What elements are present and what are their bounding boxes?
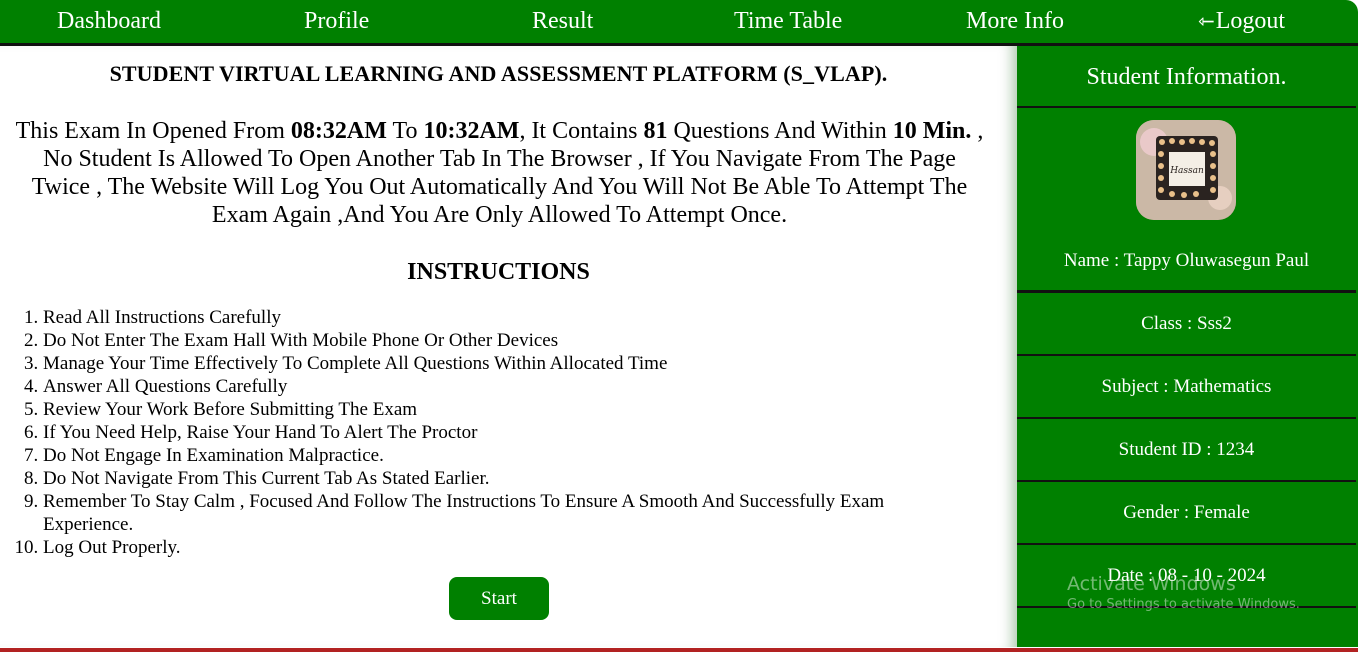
- nav-profile[interactable]: Profile: [304, 6, 369, 36]
- platform-title: STUDENT VIRTUAL LEARNING AND ASSESSMENT …: [109, 61, 888, 86]
- avatar: Hassan: [1136, 120, 1236, 220]
- logout-label: Logout: [1215, 8, 1286, 34]
- notice-text-2: To: [386, 118, 424, 144]
- exam-duration: 10 Min.: [892, 118, 972, 144]
- nav-result[interactable]: Result: [532, 6, 593, 36]
- instruction-item: Review Your Work Before Submitting The E…: [43, 398, 973, 421]
- instructions-title: INSTRUCTIONS: [407, 259, 590, 285]
- open-time: 08:32AM: [290, 118, 387, 144]
- instructions-list: Read All Instructions Carefully Do Not E…: [43, 306, 973, 559]
- exam-date: Date : 08 - 10 - 2024: [1017, 545, 1356, 608]
- exam-notice: This Exam In Opened From 08:32AM To 10:3…: [12, 117, 987, 229]
- start-exam-button[interactable]: Start: [449, 577, 549, 620]
- instruction-item: Do Not Enter The Exam Hall With Mobile P…: [43, 329, 973, 352]
- exam-instructions-panel: STUDENT VIRTUAL LEARNING AND ASSESSMENT …: [0, 46, 1017, 647]
- instruction-item: Remember To Stay Calm , Focused And Foll…: [43, 490, 973, 536]
- student-gender: Gender : Female: [1017, 482, 1356, 545]
- close-time: 10:32AM: [423, 118, 520, 144]
- nav-dashboard[interactable]: Dashboard: [57, 6, 161, 36]
- instruction-item: Manage Your Time Effectively To Complete…: [43, 352, 973, 375]
- nav-more-info[interactable]: More Info: [966, 6, 1064, 36]
- logout-icon: ⇽: [1198, 11, 1215, 33]
- avatar-frame-image: Hassan: [1136, 120, 1236, 220]
- notice-text-3: , It Contains: [519, 118, 644, 144]
- notice-text-4: Questions And Within: [667, 118, 893, 144]
- top-navigation: Dashboard Profile Result Time Table More…: [0, 0, 1358, 46]
- student-name: Name : Tappy Oluwasegun Paul: [1017, 230, 1356, 293]
- instruction-item: Log Out Properly.: [43, 536, 973, 559]
- instruction-item: Answer All Questions Carefully: [43, 375, 973, 398]
- instruction-item: Do Not Engage In Examination Malpractice…: [43, 444, 973, 467]
- question-count: 81: [643, 118, 668, 144]
- nav-timetable[interactable]: Time Table: [734, 6, 842, 36]
- avatar-text: Hassan: [1169, 166, 1204, 176]
- notice-text-1: This Exam In Opened From: [15, 118, 291, 144]
- instruction-item: Read All Instructions Carefully: [43, 306, 973, 329]
- student-info-sidebar: Student Information. Hassan Name: Tappy…: [1017, 46, 1358, 647]
- instruction-item: Do Not Navigate From This Current Tab As…: [43, 467, 973, 490]
- instruction-item: If You Need Help, Raise Your Hand To Ale…: [43, 421, 973, 444]
- student-class: Class : Sss2: [1017, 293, 1356, 356]
- sidebar-title: Student Information.: [1017, 46, 1356, 108]
- nav-logout[interactable]: ⇽Logout: [1198, 6, 1285, 37]
- student-subject: Subject : Mathematics: [1017, 356, 1356, 419]
- student-id: Student ID : 1234: [1017, 419, 1356, 482]
